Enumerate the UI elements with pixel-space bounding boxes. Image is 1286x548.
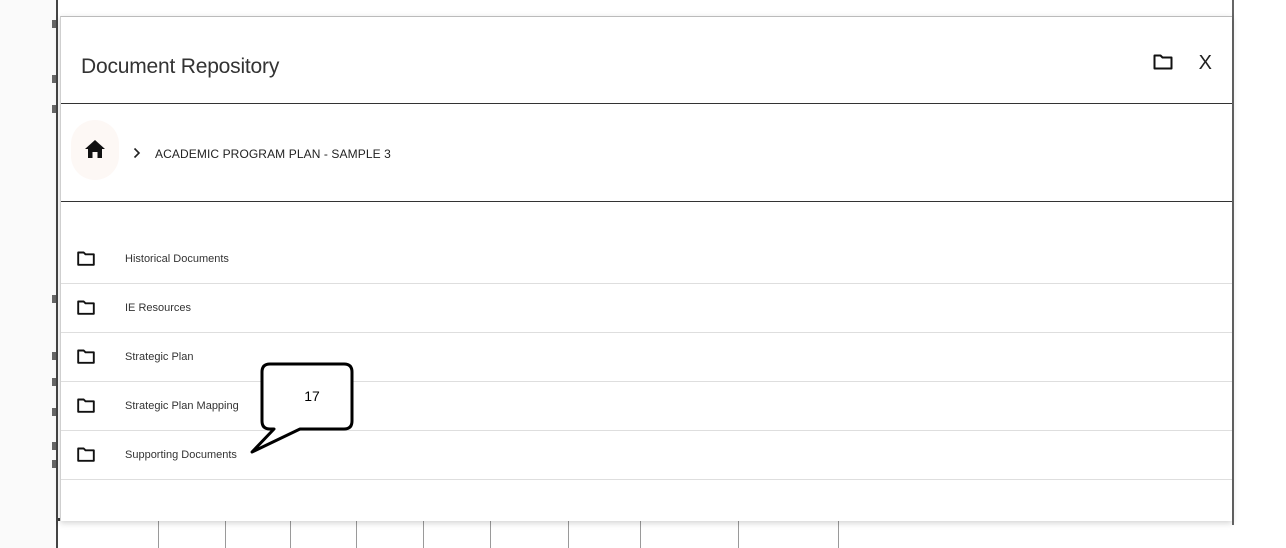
chevron-right-icon (133, 146, 141, 162)
breadcrumb-bar: ACADEMIC PROGRAM PLAN - SAMPLE 3 (61, 104, 1232, 202)
folder-label: IE Resources (125, 302, 192, 314)
background-page-left (0, 0, 58, 548)
list-item[interactable]: IE Resources (61, 284, 1232, 333)
callout-label: 17 (304, 388, 320, 404)
folder-label: Strategic Plan Mapping (125, 400, 239, 412)
folder-icon (77, 349, 95, 369)
home-icon (84, 139, 106, 162)
breadcrumb-current[interactable]: ACADEMIC PROGRAM PLAN - SAMPLE 3 (155, 147, 391, 161)
folder-icon (77, 251, 95, 271)
close-icon: X (1198, 52, 1212, 74)
background-page-right (1232, 0, 1286, 548)
new-folder-button[interactable] (1153, 53, 1173, 73)
folder-icon (77, 447, 95, 467)
header-actions: X (1153, 53, 1212, 73)
list-item[interactable]: Historical Documents (61, 235, 1232, 284)
folder-label: Supporting Documents (125, 449, 237, 461)
folder-icon (77, 300, 95, 320)
folder-list: Historical Documents IE Resources Strate… (61, 235, 1232, 480)
list-item[interactable]: Supporting Documents (61, 431, 1232, 480)
folder-label: Historical Documents (125, 253, 229, 265)
document-repository-dialog: Document Repository X ACADEMIC PROGRAM P… (60, 16, 1232, 521)
background-page-bottom (58, 518, 1208, 548)
folder-label: Strategic Plan (125, 351, 194, 363)
list-item[interactable]: Strategic Plan Mapping (61, 382, 1232, 431)
list-item[interactable]: Strategic Plan (61, 333, 1232, 382)
dialog-header: Document Repository X (61, 17, 1232, 104)
home-button[interactable] (71, 120, 119, 180)
folder-icon (77, 398, 95, 418)
folder-icon (1153, 53, 1173, 73)
breadcrumb: ACADEMIC PROGRAM PLAN - SAMPLE 3 (133, 146, 391, 162)
close-button[interactable]: X (1199, 53, 1212, 73)
dialog-title: Document Repository (81, 55, 280, 78)
